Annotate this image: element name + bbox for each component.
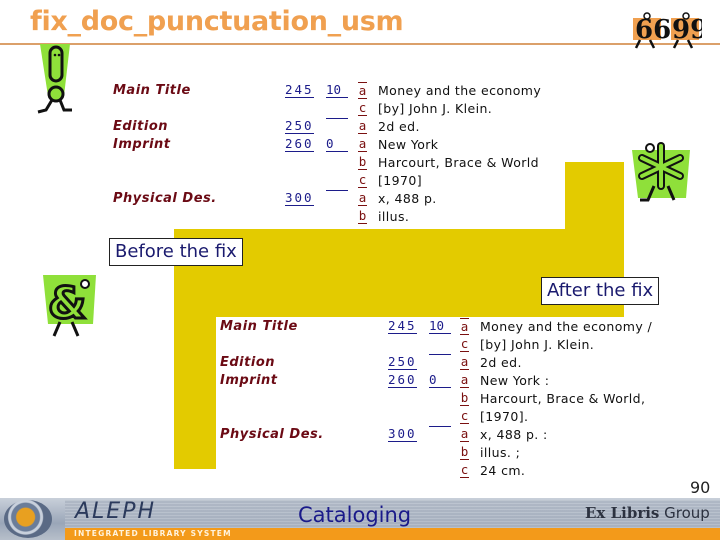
field-tag[interactable]: 300	[388, 426, 417, 442]
field-label: Physical Des.	[113, 191, 217, 206]
field-label: Imprint	[113, 137, 171, 152]
subfield-value: [1970]	[378, 173, 422, 188]
section-name: Cataloging	[298, 503, 412, 527]
subfield-code[interactable]: c	[358, 100, 367, 116]
subfield-code[interactable]: a	[460, 372, 469, 388]
field-label: Imprint	[220, 373, 278, 388]
subfield-value: 2d ed.	[480, 355, 522, 370]
before-fix-callout: Before the fix	[109, 238, 243, 266]
company-name: Ex Libris	[585, 504, 660, 522]
field-label: Physical Des.	[220, 427, 324, 442]
subfield-code[interactable]: c	[460, 462, 469, 478]
asterisk-character-icon	[628, 136, 694, 206]
subfield-value: 2d ed.	[378, 119, 420, 134]
product-tagline: INTEGRATED LIBRARY SYSTEM	[74, 529, 232, 538]
subfield-value: illus. ;	[480, 445, 521, 460]
field-tag[interactable]: 260	[285, 136, 314, 152]
subfield-code[interactable]: b	[358, 208, 367, 224]
field-indicator[interactable]: 10	[429, 318, 451, 334]
product-name: ALEPH	[75, 499, 157, 524]
company-suffix: Group	[659, 504, 710, 522]
subfield-value: Money and the economy	[378, 83, 542, 98]
field-tag[interactable]: 260	[388, 372, 417, 388]
subfield-value: Harcourt, Brace & World	[378, 155, 540, 170]
slide-title: fix_doc_punctuation_usm	[30, 6, 404, 37]
field-indicator[interactable]: 0	[326, 136, 348, 152]
subfield-code[interactable]: a	[460, 318, 469, 335]
subfield-code[interactable]: a	[358, 190, 367, 206]
subfield-code[interactable]: b	[358, 154, 367, 170]
subfield-code[interactable]: b	[460, 444, 469, 460]
subfield-value: [by] John J. Klein.	[378, 101, 493, 116]
field-tag[interactable]: 245	[285, 82, 314, 98]
field-tag[interactable]: 250	[285, 118, 314, 134]
field-indicator[interactable]: 10	[326, 82, 348, 98]
subfield-value: New York	[378, 137, 439, 152]
aleph-logo-icon	[4, 500, 52, 538]
field-label: Edition	[220, 355, 275, 370]
field-indicator[interactable]	[326, 190, 348, 191]
subfield-code[interactable]: c	[460, 336, 469, 352]
subfield-value: [by] John J. Klein.	[480, 337, 595, 352]
field-tag[interactable]: 250	[388, 354, 417, 370]
exclamation-character-icon	[34, 44, 78, 116]
subfield-value: Money and the economy /	[480, 319, 653, 334]
field-label: Main Title	[220, 319, 298, 334]
field-label: Main Title	[113, 83, 191, 98]
subfield-value: 24 cm.	[480, 463, 526, 478]
subfield-value: Harcourt, Brace & World,	[480, 391, 646, 406]
subfield-value: x, 488 p. :	[480, 427, 548, 442]
after-fix-callout: After the fix	[541, 277, 660, 305]
subfield-value: [1970].	[480, 409, 529, 424]
subfield-code[interactable]: a	[358, 136, 367, 152]
subfield-code[interactable]: c	[460, 408, 469, 424]
subfield-value: x, 488 p.	[378, 191, 437, 206]
field-indicator[interactable]	[429, 426, 451, 427]
field-indicator[interactable]: 0	[429, 372, 451, 388]
page-number: 90	[690, 478, 711, 497]
ampersand-character-icon: &	[40, 270, 102, 340]
company-logo: Ex Libris Group	[585, 504, 710, 522]
field-label: Edition	[113, 119, 168, 134]
subfield-code[interactable]: b	[460, 390, 469, 406]
subfield-code[interactable]: c	[358, 172, 367, 188]
field-indicator[interactable]	[326, 118, 348, 119]
subfield-code[interactable]: a	[358, 118, 367, 134]
subfield-value: New York :	[480, 373, 550, 388]
quotation-marks-icon: 66 99	[630, 12, 708, 50]
title-divider	[0, 43, 720, 45]
field-indicator[interactable]	[429, 354, 451, 355]
subfield-code[interactable]: a	[460, 426, 469, 442]
field-tag[interactable]: 245	[388, 318, 417, 334]
subfield-code[interactable]: a	[358, 82, 367, 99]
subfield-value: illus.	[378, 209, 410, 224]
field-tag[interactable]: 300	[285, 190, 314, 206]
subfield-code[interactable]: a	[460, 354, 469, 370]
